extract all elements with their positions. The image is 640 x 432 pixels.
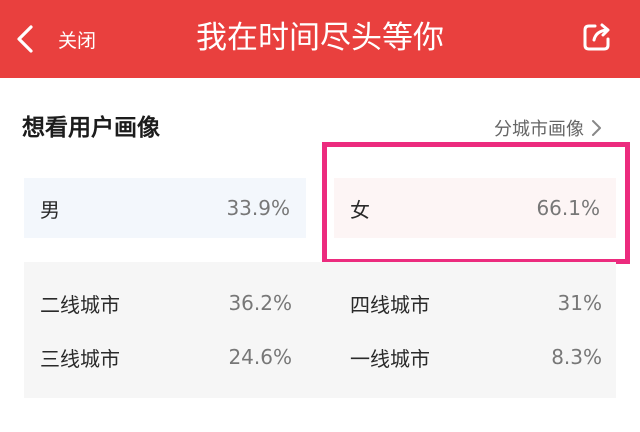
share-button[interactable] [580,20,614,54]
page-title: 我在时间尽头等你 [196,20,444,56]
city-tier-row: 一线城市 8.3% [350,342,602,372]
city-tier-percent: 24.6% [228,345,292,369]
chevron-right-icon [592,120,601,136]
gender-label: 男 [40,197,60,222]
city-portrait-link-label: 分城市画像 [494,119,584,140]
city-tier-percent: 31% [557,291,602,315]
city-tier-panel [24,262,616,398]
city-tier-label: 二线城市 [40,292,120,317]
gender-card-male: 男 33.9% [24,178,306,238]
gender-card-female: 女 66.1% [334,178,616,238]
city-tier-label: 一线城市 [350,346,430,371]
gender-percent: 33.9% [226,196,290,220]
city-tier-row: 三线城市 24.6% [40,342,292,372]
city-tier-percent: 36.2% [228,291,292,315]
city-tier-row: 四线城市 31% [350,288,602,318]
back-close-button[interactable]: 关闭 [14,20,114,58]
gender-percent: 66.1% [536,196,600,220]
top-bar: 关闭 我在时间尽头等你 [0,0,640,78]
city-tier-label: 四线城市 [350,292,430,317]
city-tier-percent: 8.3% [551,345,602,369]
city-portrait-link[interactable]: 分城市画像 [494,114,604,142]
share-icon [583,23,610,51]
city-tier-row: 二线城市 36.2% [40,288,292,318]
chevron-left-icon [17,25,33,53]
gender-label: 女 [350,197,370,222]
city-tier-label: 三线城市 [40,346,120,371]
close-label: 关闭 [58,29,97,52]
section-title: 想看用户画像 [22,115,160,141]
